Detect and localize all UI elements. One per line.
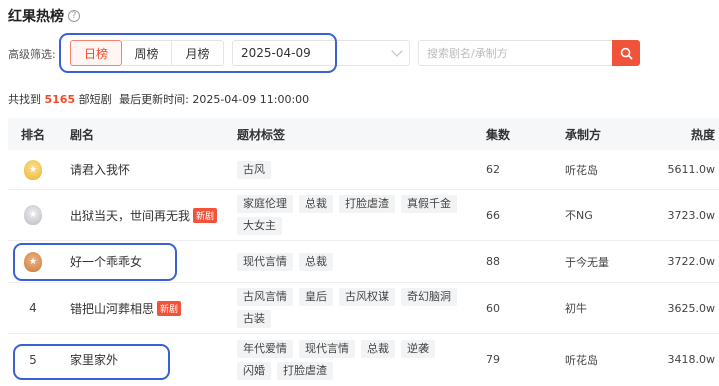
genre-tag: 家庭伦理 xyxy=(237,195,293,213)
tab-weekly[interactable]: 周榜 xyxy=(122,40,172,66)
episode-count: 62 xyxy=(486,163,500,176)
genre-tag: 大女主 xyxy=(237,217,282,235)
column-header-rank: 排名 xyxy=(20,127,45,142)
tag-list: 现代言情 总裁 xyxy=(227,252,472,271)
drama-title[interactable]: 家里家外 xyxy=(58,351,227,368)
heat-value: 3418.0w xyxy=(667,353,716,366)
column-header-tags: 题材标签 xyxy=(237,127,286,142)
rank-number: 4 xyxy=(29,301,37,315)
search-field[interactable] xyxy=(418,40,612,66)
genre-tag: 总裁 xyxy=(361,339,395,358)
table-header: 排名 剧名 题材标签 集数 承制方 热度 xyxy=(8,118,719,150)
drama-title[interactable]: 错把山河葬相思 新剧 xyxy=(58,300,227,317)
episode-count: 88 xyxy=(486,255,500,268)
genre-tag: 总裁 xyxy=(299,252,333,271)
genre-tag: 年代爱情 xyxy=(237,339,293,358)
drama-title[interactable]: 出狱当天，世间再无我 新剧 xyxy=(58,207,227,224)
genre-tag: 打脸虐渣 xyxy=(277,361,333,380)
producer: 于今无量 xyxy=(565,255,609,269)
column-header-episodes: 集数 xyxy=(486,127,511,142)
genre-tag: 逆袭 xyxy=(401,339,435,358)
genre-tag: 闪婚 xyxy=(237,361,271,380)
table-row[interactable]: ★ 请君入我怀 古风 62 听花岛 5611.0w xyxy=(8,150,719,190)
genre-tag: 真假千金 xyxy=(401,195,457,213)
episode-count: 60 xyxy=(486,301,500,315)
chevron-down-icon xyxy=(391,45,403,57)
new-badge: 新剧 xyxy=(157,300,182,316)
date-select[interactable]: 2025-04-09 xyxy=(232,40,410,66)
producer: 初牛 xyxy=(565,302,587,315)
tag-list: 古风 xyxy=(227,160,472,179)
table-row[interactable]: 4 错把山河葬相思 新剧 古风言情 皇后 古风权谋 奇幻脑洞 古装 60 初牛 3… xyxy=(8,283,719,334)
search-icon xyxy=(620,47,632,59)
genre-tag: 古风言情 xyxy=(237,288,293,306)
column-header-producer: 承制方 xyxy=(565,127,602,142)
updated-value: 2025-04-09 11:00:00 xyxy=(192,93,310,106)
filter-label: 高级筛选: xyxy=(8,48,56,61)
episode-count: 66 xyxy=(486,208,500,222)
tag-list: 年代爱情 现代言情 总裁 逆袭 闪婚 打脸虐渣 xyxy=(227,339,472,380)
producer: 听花岛 xyxy=(565,353,598,367)
genre-tag: 打脸虐渣 xyxy=(339,195,395,213)
silver-medal-icon: ★ xyxy=(24,205,42,225)
bronze-medal-icon: ★ xyxy=(24,251,42,272)
genre-tag: 奇幻脑洞 xyxy=(401,288,457,306)
drama-title[interactable]: 好一个乖乖女 xyxy=(58,253,227,270)
tag-list: 古风言情 皇后 古风权谋 奇幻脑洞 古装 xyxy=(227,288,472,328)
genre-tag: 古装 xyxy=(237,310,271,328)
result-count: 5165 xyxy=(44,93,76,106)
updated-label: 最后更新时间: xyxy=(119,93,189,106)
result-summary: 共找到 5165 部短剧 最后更新时间: 2025-04-09 11:00:00 xyxy=(8,91,309,107)
table-row[interactable]: ★ 出狱当天，世间再无我 新剧 家庭伦理 总裁 打脸虐渣 真假千金 大女主 66 … xyxy=(8,190,719,241)
heat-value: 5611.0w xyxy=(667,163,716,176)
genre-tag: 古风 xyxy=(237,160,271,179)
drama-title[interactable]: 请君入我怀 xyxy=(58,161,227,178)
search-button[interactable] xyxy=(612,40,640,66)
heat-value: 3625.0w xyxy=(667,301,716,315)
table-row[interactable]: ★ 好一个乖乖女 现代言情 总裁 88 于今无量 3722.0w xyxy=(8,241,719,283)
heat-value: 3723.0w xyxy=(667,208,716,222)
page-header: 红果热榜 ? xyxy=(8,6,80,26)
heat-value: 3722.0w xyxy=(667,255,716,268)
summary-suffix: 部短剧 xyxy=(78,93,112,106)
help-icon[interactable]: ? xyxy=(68,10,80,22)
table-row[interactable]: 5 家里家外 年代爱情 现代言情 总裁 逆袭 闪婚 打脸虐渣 79 听花岛 34… xyxy=(8,334,719,385)
date-value: 2025-04-09 xyxy=(241,46,311,60)
rank-number: 5 xyxy=(29,352,37,367)
tag-list: 家庭伦理 总裁 打脸虐渣 真假千金 大女主 xyxy=(227,195,472,235)
genre-tag: 现代言情 xyxy=(299,339,355,358)
genre-tag: 皇后 xyxy=(299,288,333,306)
column-header-heat: 热度 xyxy=(690,127,715,142)
search-input[interactable] xyxy=(419,41,612,65)
page-title: 红果热榜 xyxy=(8,9,64,25)
genre-tag: 古风权谋 xyxy=(339,288,395,306)
new-badge: 新剧 xyxy=(193,207,218,223)
producer: 听花岛 xyxy=(565,163,598,177)
ranking-table: 排名 剧名 题材标签 集数 承制方 热度 ★ 请君入我怀 古风 62 听花岛 5… xyxy=(8,118,719,385)
genre-tag: 总裁 xyxy=(299,195,333,213)
producer: 不NG xyxy=(565,209,593,222)
episode-count: 79 xyxy=(486,353,500,366)
column-header-name: 剧名 xyxy=(70,127,95,142)
genre-tag: 现代言情 xyxy=(237,252,293,271)
gold-medal-icon: ★ xyxy=(24,159,42,180)
tab-monthly[interactable]: 月榜 xyxy=(172,40,224,66)
summary-prefix: 共找到 xyxy=(8,93,41,106)
tab-daily[interactable]: 日榜 xyxy=(70,40,122,66)
